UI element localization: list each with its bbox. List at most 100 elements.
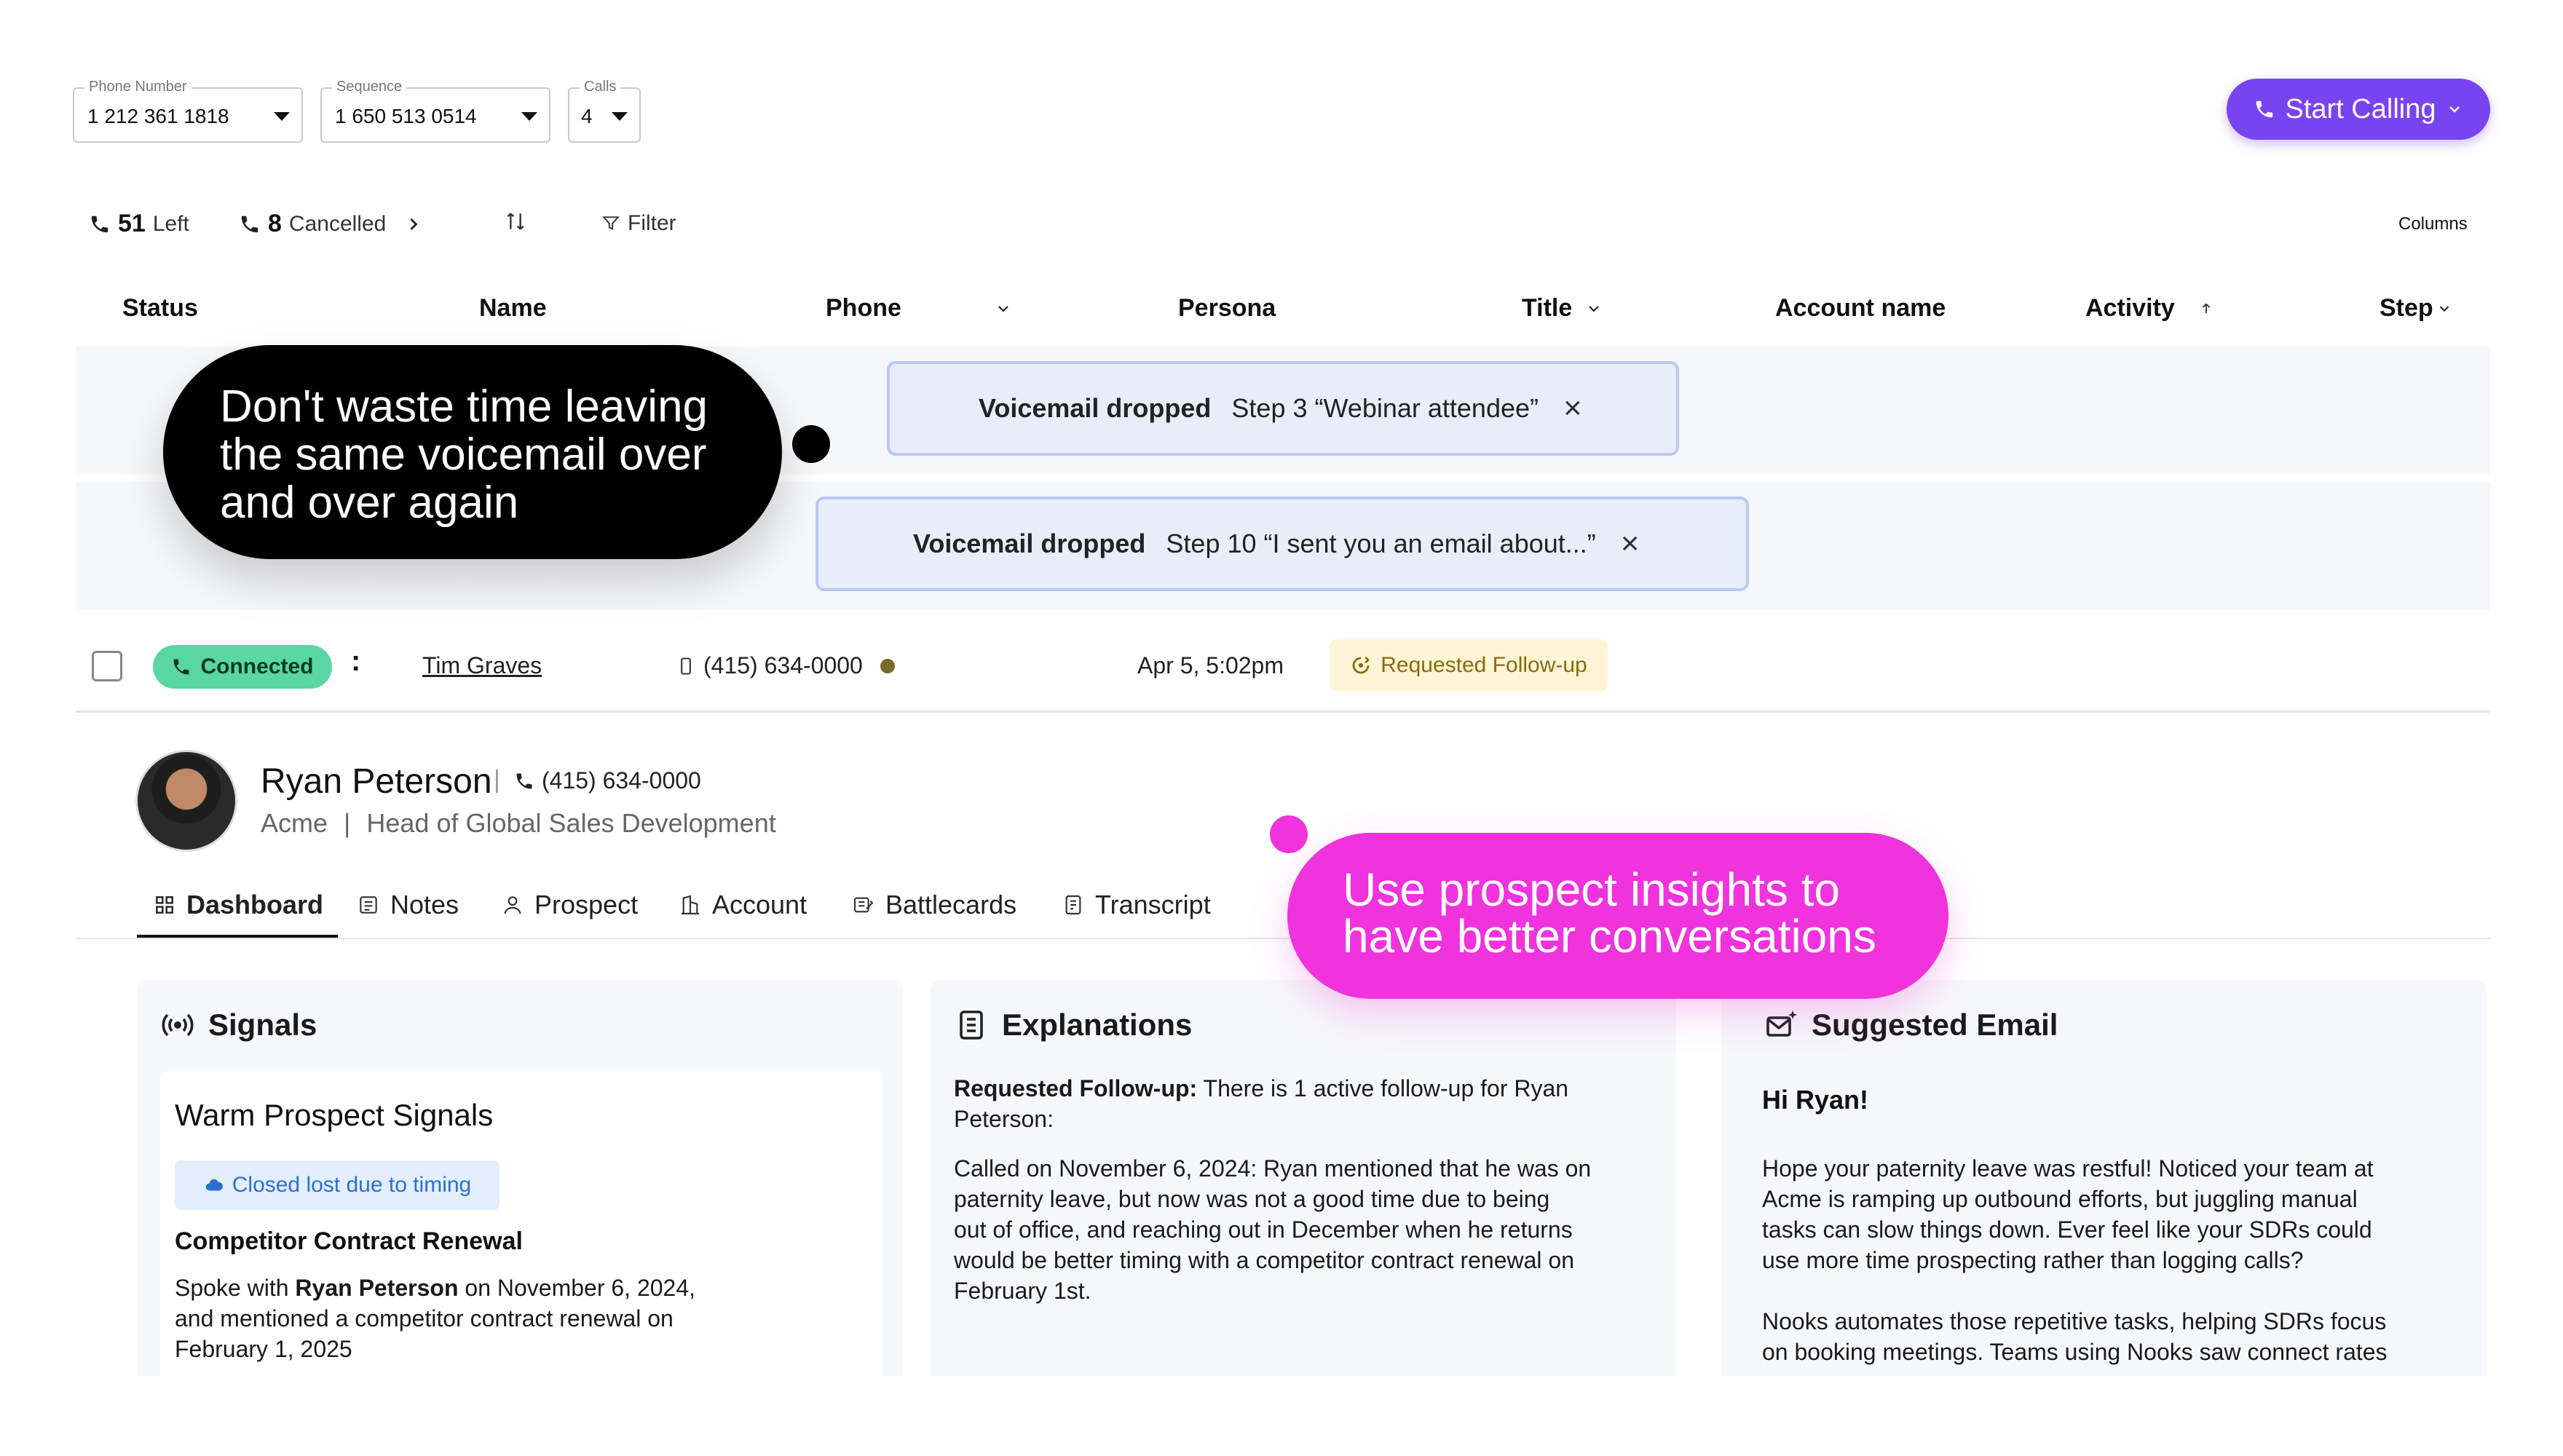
- tab-prospect[interactable]: Prospect: [501, 890, 638, 920]
- follow-up-icon: [1352, 656, 1370, 674]
- tab-account[interactable]: Account: [679, 890, 807, 920]
- voicemail-step: Step 3 “Webinar attendee”: [1231, 393, 1539, 423]
- tab-dashboard-label: Dashboard: [186, 890, 324, 919]
- row-menu-button[interactable]: :: [351, 645, 360, 678]
- voicemail-label: Voicemail dropped: [979, 393, 1212, 423]
- close-icon[interactable]: ×: [1621, 526, 1640, 562]
- cards-icon: [853, 897, 874, 913]
- column-title[interactable]: Title: [1522, 294, 1603, 323]
- suggested-email-header: Suggested Email: [1764, 1008, 2058, 1042]
- left-count: 51 Left: [89, 210, 189, 238]
- phone-icon: [173, 659, 189, 675]
- prospect-name-link[interactable]: Tim Graves: [422, 652, 542, 679]
- tabs-divider: [76, 938, 2490, 939]
- building-icon: [682, 895, 699, 915]
- competitor-renewal-title: Competitor Contract Renewal: [175, 1227, 523, 1255]
- tab-notes-label: Notes: [390, 890, 459, 919]
- callout-pointer-dot: [1270, 815, 1308, 853]
- calls-select[interactable]: Calls 4: [568, 79, 641, 143]
- column-account-name[interactable]: Account name: [1775, 294, 1946, 323]
- explanations-body-line: would be better timing with a competitor…: [954, 1247, 1574, 1273]
- prospect-divider: |: [344, 808, 351, 838]
- start-calling-button[interactable]: Start Calling: [2227, 79, 2490, 140]
- tab-account-label: Account: [712, 890, 807, 919]
- email-paragraph-1: Hope your paternity leave was restful! N…: [1762, 1153, 2476, 1275]
- column-step-label: Step: [2380, 294, 2433, 322]
- callout-line: have better conversations: [1343, 910, 1876, 962]
- column-name-label: Name: [479, 294, 547, 322]
- avatar: [135, 750, 237, 852]
- callout-line: Use prospect insights to: [1343, 863, 1840, 916]
- user-icon: [504, 896, 521, 914]
- chevron-right-icon: [410, 218, 418, 230]
- columns-button[interactable]: Columns: [2398, 214, 2468, 234]
- row-checkbox[interactable]: [92, 651, 122, 681]
- columns-label: Columns: [2398, 214, 2468, 234]
- email-line: tasks can slow things down. Ever feel li…: [1762, 1216, 2372, 1243]
- email-line: Acme is ramping up outbound efforts, but…: [1762, 1186, 2358, 1212]
- column-phone[interactable]: Phone: [826, 294, 1012, 323]
- sequence-select[interactable]: Sequence 1 650 513 0514: [320, 79, 550, 143]
- closed-lost-chip: Closed lost due to timing: [175, 1160, 499, 1210]
- tab-notes[interactable]: Notes: [357, 890, 459, 920]
- filter-button[interactable]: Filter: [601, 211, 676, 236]
- cancelled-count-label: Cancelled: [288, 211, 387, 236]
- prospect-phone[interactable]: (415) 634-0000: [514, 767, 701, 794]
- tab-dashboard[interactable]: Dashboard: [153, 890, 323, 920]
- tab-prospect-label: Prospect: [534, 890, 639, 919]
- warm-signals-title: Warm Prospect Signals: [175, 1098, 494, 1132]
- cancelled-count[interactable]: 8 Cancelled: [239, 210, 424, 238]
- close-icon[interactable]: ×: [1563, 390, 1582, 427]
- phone-icon: [516, 773, 532, 788]
- phone-number-label: Phone Number: [84, 79, 191, 95]
- sparkle-mail-icon: [1766, 1010, 1797, 1037]
- phone-number-select[interactable]: Phone Number 1 212 361 1818: [73, 79, 303, 143]
- prospect-separator: |: [494, 766, 500, 794]
- explanations-body-line: Called on November 6, 2024: Ryan mention…: [954, 1155, 1592, 1182]
- requested-follow-up-label: Requested Follow-up: [1381, 653, 1587, 677]
- chevron-down-icon: [998, 305, 1008, 312]
- column-step[interactable]: Step: [2380, 294, 2452, 323]
- column-activity[interactable]: Activity: [2085, 294, 2214, 323]
- explanations-body: Called on November 6, 2024: Ryan mention…: [954, 1153, 1667, 1306]
- phone-icon: [2256, 100, 2272, 118]
- email-line: use more time prospecting rather than lo…: [1762, 1247, 2304, 1273]
- explanations-body-line: February 1st.: [954, 1278, 1091, 1304]
- insights-callout: Use prospect insights to have better con…: [1287, 833, 1948, 999]
- explanations-lead-line: Requested Follow-up: There is 1 active f…: [954, 1073, 1653, 1104]
- prospect-company: Acme: [261, 808, 328, 838]
- email-paragraph-2: Nooks automates those repetitive tasks, …: [1762, 1306, 2476, 1367]
- column-persona-label: Persona: [1178, 294, 1276, 322]
- column-activity-label: Activity: [2085, 294, 2175, 322]
- tab-battlecards[interactable]: Battlecards: [852, 890, 1016, 920]
- voicemail-toast: Voicemail dropped Step 10 “I sent you an…: [816, 496, 1749, 591]
- signals-body-line: and mentioned a competitor contract rene…: [175, 1305, 674, 1332]
- email-line: Hope your paternity leave was restful! N…: [1762, 1155, 2374, 1182]
- row-divider: [76, 711, 2490, 713]
- voicemail-toast: Voicemail dropped Step 3 “Webinar attend…: [887, 361, 1679, 456]
- status-badge[interactable]: Connected: [153, 645, 332, 689]
- chevron-down-icon: [2439, 306, 2449, 312]
- column-persona[interactable]: Persona: [1178, 294, 1276, 323]
- cancelled-count-value: 8: [268, 210, 282, 237]
- suggested-email-title: Suggested Email: [1812, 1008, 2058, 1042]
- column-phone-label: Phone: [826, 294, 901, 322]
- calls-value: 4: [581, 105, 593, 127]
- row-phone-number: (415) 634-0000: [703, 652, 863, 678]
- column-status[interactable]: Status: [122, 294, 198, 323]
- explanations-lead-rest: There is 1 active follow-up for Ryan: [1203, 1075, 1569, 1101]
- column-name[interactable]: Name: [479, 294, 547, 323]
- column-title-label: Title: [1522, 294, 1573, 322]
- calls-label: Calls: [580, 79, 621, 95]
- prospect-name: Ryan Peterson: [261, 762, 492, 801]
- sequence-value: 1 650 513 0514: [335, 105, 477, 127]
- voicemail-step: Step 10 “I sent you an email about...”: [1166, 529, 1596, 558]
- sort-button[interactable]: [504, 210, 527, 233]
- chevron-down-icon: [1589, 305, 1600, 312]
- tab-transcript-label: Transcript: [1095, 890, 1211, 919]
- document-icon: [960, 1010, 983, 1040]
- row-phone: (415) 634-0000: [676, 652, 895, 679]
- tab-transcript[interactable]: Transcript: [1062, 890, 1211, 920]
- filter-label: Filter: [628, 211, 676, 235]
- online-dot-icon: [880, 658, 895, 673]
